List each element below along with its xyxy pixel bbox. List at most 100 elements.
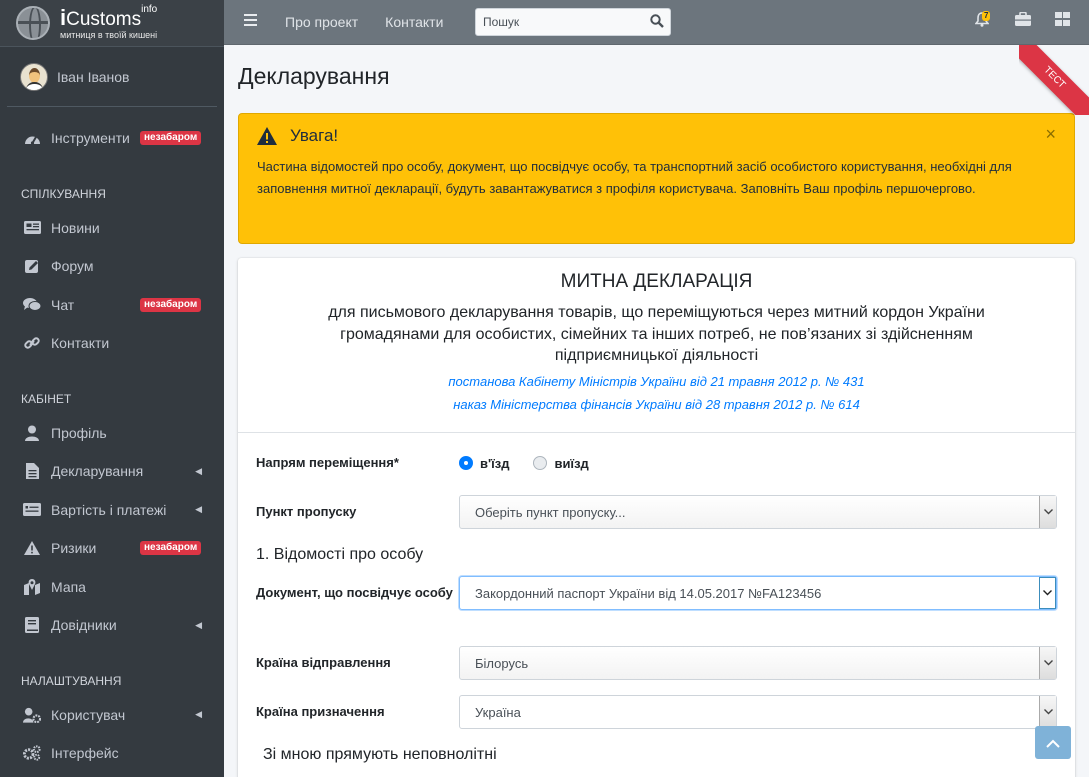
- destination-row: Країна призначення: [256, 701, 456, 723]
- sidebar-item-label: Довідники: [51, 617, 117, 634]
- sidebar-item-label: Профіль: [51, 424, 107, 441]
- close-icon[interactable]: ×: [1045, 124, 1056, 145]
- warning-alert: Увага! Частина відомостей про особу, док…: [238, 113, 1075, 244]
- grid-icon[interactable]: [1055, 12, 1071, 28]
- legal-reference-link[interactable]: постанова Кабінету Міністрів України від…: [238, 374, 1075, 389]
- test-ribbon: ТЕСТ: [1019, 45, 1089, 115]
- sidebar-item-news[interactable]: Новини: [0, 209, 224, 248]
- sidebar-item-profile[interactable]: Профіль: [0, 414, 224, 453]
- chevron-down-icon[interactable]: [1039, 577, 1056, 609]
- top-navbar: Про проект Контакти Пошук 7: [224, 0, 1089, 45]
- radio-exit-dot[interactable]: [533, 456, 548, 470]
- sidebar-item-map[interactable]: Мапа: [0, 568, 224, 607]
- nav-link-about[interactable]: Про проект: [285, 14, 358, 30]
- sidebar-item-declaring[interactable]: Декларування ◀: [0, 452, 224, 491]
- warning-icon: [23, 540, 41, 556]
- sidebar-item-user-settings[interactable]: Користувач ◀: [0, 696, 224, 735]
- sidebar-item-interface[interactable]: Інтерфейс: [0, 734, 224, 773]
- status-badge: незабаром: [140, 541, 202, 556]
- chevron-down-icon[interactable]: [1039, 496, 1056, 528]
- brand-name: iCustomsinfo: [60, 3, 158, 30]
- briefcase-icon[interactable]: [1015, 11, 1031, 28]
- chevron-left-icon: ◀: [195, 619, 202, 630]
- brand-tagline: митниця в твоїй кишені: [60, 29, 158, 40]
- sidebar-item-forum[interactable]: Форум: [0, 247, 224, 286]
- sidebar-item-risks[interactable]: Ризики незабаром: [0, 529, 224, 568]
- checkpoint-value: Оберіть пункт пропуску...: [475, 504, 626, 520]
- status-badge: незабаром: [140, 131, 202, 146]
- test-ribbon-wrap: ТЕСТ: [1019, 45, 1089, 115]
- sidebar-item-label: Форум: [51, 258, 94, 275]
- checkpoint-select[interactable]: Оберіть пункт пропуску...: [459, 495, 1057, 529]
- sidebar-item-label: Інструменти: [51, 130, 130, 147]
- declaration-card: МИТНА ДЕКЛАРАЦІЯ для письмового декларув…: [238, 258, 1075, 777]
- declaration-header: МИТНА ДЕКЛАРАЦІЯ для письмового декларув…: [238, 258, 1075, 433]
- document-select[interactable]: Закордонний паспорт України від 14.05.20…: [459, 576, 1057, 610]
- chevron-down-icon[interactable]: [1039, 696, 1056, 728]
- search-input[interactable]: Пошук: [475, 8, 671, 36]
- avatar[interactable]: [20, 62, 48, 91]
- globe-icon: [16, 6, 50, 40]
- main-content: Декларування Увага! Частина відомостей п…: [224, 45, 1089, 777]
- sidebar-item-handbooks[interactable]: Довідники ◀: [0, 606, 224, 645]
- navbar-icons: 7: [951, 11, 1071, 28]
- brand-logo[interactable]: iCustomsinfo митниця в твоїй кишені: [0, 0, 224, 47]
- sidebar-item-tools[interactable]: Інструменти незабаром: [0, 119, 224, 158]
- radio-exit-label: виїзд: [554, 455, 589, 471]
- user-panel[interactable]: Іван Іванов: [7, 47, 217, 107]
- file-icon: [23, 463, 41, 480]
- section-header-settings: НАЛАШТУВАННЯ: [21, 673, 122, 688]
- link-icon: [23, 335, 41, 351]
- radio-entry[interactable]: в'їзд: [459, 456, 509, 471]
- chevron-up-icon: [1046, 735, 1060, 751]
- map-marker-icon: [23, 578, 41, 595]
- warning-icon: [257, 127, 277, 145]
- comments-icon: [23, 297, 41, 313]
- departure-country-select[interactable]: Білорусь: [459, 646, 1057, 680]
- departure-value: Білорусь: [475, 655, 529, 671]
- departure-row: Країна відправлення: [256, 652, 456, 674]
- checkpoint-label: Пункт пропуску: [256, 504, 357, 519]
- user-name[interactable]: Іван Іванов: [57, 69, 130, 85]
- back-to-top-button[interactable]: [1035, 726, 1071, 759]
- destination-label: Країна призначення: [256, 704, 385, 719]
- chevron-left-icon: ◀: [195, 709, 202, 720]
- destination-country-select[interactable]: Україна: [459, 695, 1057, 729]
- declaration-subtitle: для письмового декларування товарів, що …: [328, 304, 985, 364]
- sidebar-item-payments[interactable]: Вартість і платежі ◀: [0, 491, 224, 530]
- document-label: Документ, що посвідчує особу: [256, 585, 453, 600]
- search-icon[interactable]: [650, 14, 664, 28]
- sidebar-item-chat[interactable]: Чат незабаром: [0, 286, 224, 325]
- chevron-left-icon: ◀: [195, 504, 202, 515]
- page-title: Декларування: [238, 63, 390, 89]
- sidebar-item-label: Контакти: [51, 335, 110, 352]
- radio-exit[interactable]: виїзд: [533, 455, 589, 471]
- sidebar-item-label: Чат: [51, 296, 75, 313]
- document-row: Документ, що посвідчує особу: [256, 582, 456, 604]
- alert-title: Увага!: [290, 126, 339, 145]
- legal-reference-link[interactable]: наказ Міністерства фінансів України від …: [238, 397, 1075, 412]
- sidebar-item-contacts[interactable]: Контакти: [0, 324, 224, 363]
- sidebar-item-label: Інтерфейс: [51, 745, 119, 762]
- chevron-left-icon: ◀: [195, 465, 202, 476]
- radio-entry-dot[interactable]: [459, 456, 473, 470]
- sidebar-item-label: Декларування: [51, 463, 144, 480]
- declaration-title: МИТНА ДЕКЛАРАЦІЯ: [560, 271, 753, 292]
- chevron-down-icon[interactable]: [1039, 647, 1056, 679]
- sidebar: iCustomsinfo митниця в твоїй кишені Іван…: [0, 0, 224, 777]
- money-check-icon: [23, 502, 41, 518]
- sidebar-item-label: Новини: [51, 219, 100, 236]
- bell-icon[interactable]: 7: [974, 11, 991, 28]
- sidebar-item-label: Ризики: [51, 540, 97, 557]
- search-placeholder: Пошук: [483, 15, 520, 29]
- menu-toggle-icon[interactable]: [244, 13, 258, 31]
- edit-icon: [23, 258, 41, 274]
- cogs-icon: [23, 745, 41, 761]
- minors-checkbox-label[interactable]: Зі мною прямують неповнолітні: [263, 746, 497, 764]
- sidebar-nav: Інструменти незабаром СПІЛКУВАННЯ Новини…: [0, 119, 224, 773]
- status-badge: незабаром: [140, 297, 202, 312]
- document-value: Закордонний паспорт України від 14.05.20…: [475, 585, 822, 601]
- nav-link-contacts[interactable]: Контакти: [385, 14, 443, 30]
- section-title-person: 1. Відомості про особу: [256, 546, 424, 563]
- newspaper-icon: [23, 220, 41, 236]
